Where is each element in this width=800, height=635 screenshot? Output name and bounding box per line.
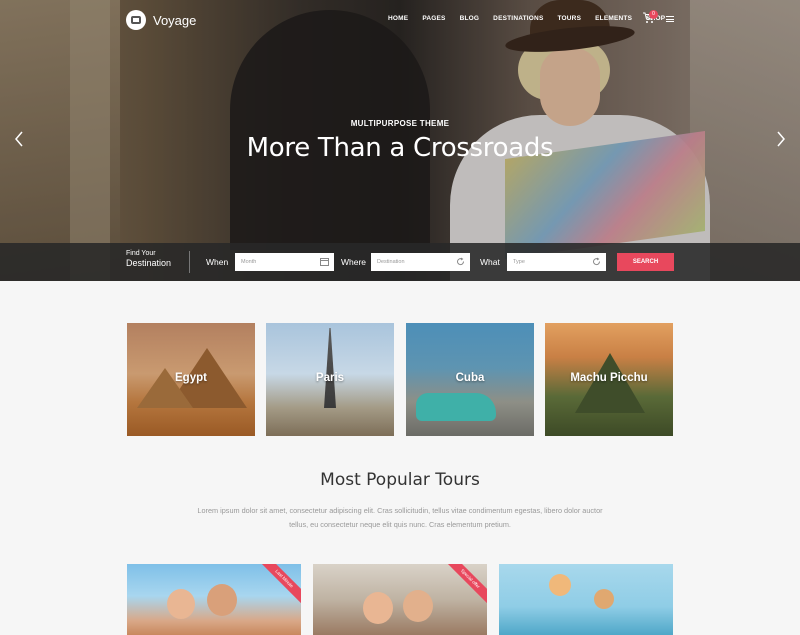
- tour-card[interactable]: Last Minute: [127, 564, 301, 635]
- destination-card-cuba[interactable]: Cuba: [406, 323, 534, 436]
- hamburger-menu-icon[interactable]: [666, 16, 674, 22]
- what-placeholder: Type: [513, 259, 525, 265]
- find-destination-heading: Find Your Destination: [126, 250, 171, 268]
- tour-ribbon: Special offer: [441, 564, 487, 608]
- when-placeholder: Month: [241, 259, 257, 265]
- tour-card[interactable]: Special offer: [313, 564, 487, 635]
- brand-logo[interactable]: Voyage: [126, 10, 196, 30]
- nav-item-blog[interactable]: BLOG: [460, 15, 480, 22]
- main-nav: HOME PAGES BLOG DESTINATIONS TOURS ELEME…: [388, 15, 679, 22]
- destination-label: Paris: [315, 372, 345, 384]
- destination-label: Egypt: [175, 372, 207, 384]
- calendar-icon: [320, 257, 329, 266]
- section-description: Lorem ipsum dolor sit amet, consectetur …: [197, 506, 603, 529]
- nav-item-pages[interactable]: PAGES: [422, 15, 445, 22]
- search-button[interactable]: SEARCH: [617, 253, 674, 271]
- destination-card-machu-picchu[interactable]: Machu Picchu: [545, 323, 673, 436]
- destination-label: Cuba: [455, 372, 485, 384]
- destination-card-egypt[interactable]: Egypt: [127, 323, 255, 436]
- cart-count-badge: 0: [649, 10, 658, 19]
- eiffel-tower-image: [324, 328, 336, 408]
- brand-name: Voyage: [153, 12, 197, 28]
- destination-label: Machu Picchu: [570, 372, 648, 384]
- when-field[interactable]: Month: [235, 253, 334, 271]
- classic-car-image: [416, 393, 496, 421]
- nav-item-elements[interactable]: ELEMENTS: [595, 15, 632, 22]
- divider: [189, 251, 190, 273]
- slider-prev-icon[interactable]: [14, 131, 24, 152]
- where-field[interactable]: Destination: [371, 253, 470, 271]
- find-line2: Destination: [126, 258, 172, 268]
- nav-item-home[interactable]: HOME: [388, 15, 408, 22]
- when-label: When: [206, 257, 229, 267]
- section-title: Most Popular Tours: [320, 470, 480, 490]
- slider-next-icon[interactable]: [776, 131, 786, 152]
- destination-card-paris[interactable]: Paris: [266, 323, 394, 436]
- hero-kicker: MULTIPURPOSE THEME: [350, 119, 450, 128]
- nav-item-tours[interactable]: TOURS: [557, 15, 581, 22]
- tour-card[interactable]: [499, 564, 673, 635]
- hero-title: More Than a Crossroads: [246, 133, 554, 163]
- where-label: Where: [341, 257, 367, 267]
- refresh-icon: [456, 257, 465, 266]
- tour-ribbon: Last Minute: [255, 564, 301, 608]
- what-field[interactable]: Type: [507, 253, 606, 271]
- nav-item-destinations[interactable]: DESTINATIONS: [493, 15, 543, 22]
- what-label: What: [480, 257, 500, 267]
- find-line1: Find Your: [126, 250, 156, 257]
- refresh-icon: [592, 257, 601, 266]
- where-placeholder: Destination: [377, 259, 405, 265]
- camera-icon: [126, 10, 146, 30]
